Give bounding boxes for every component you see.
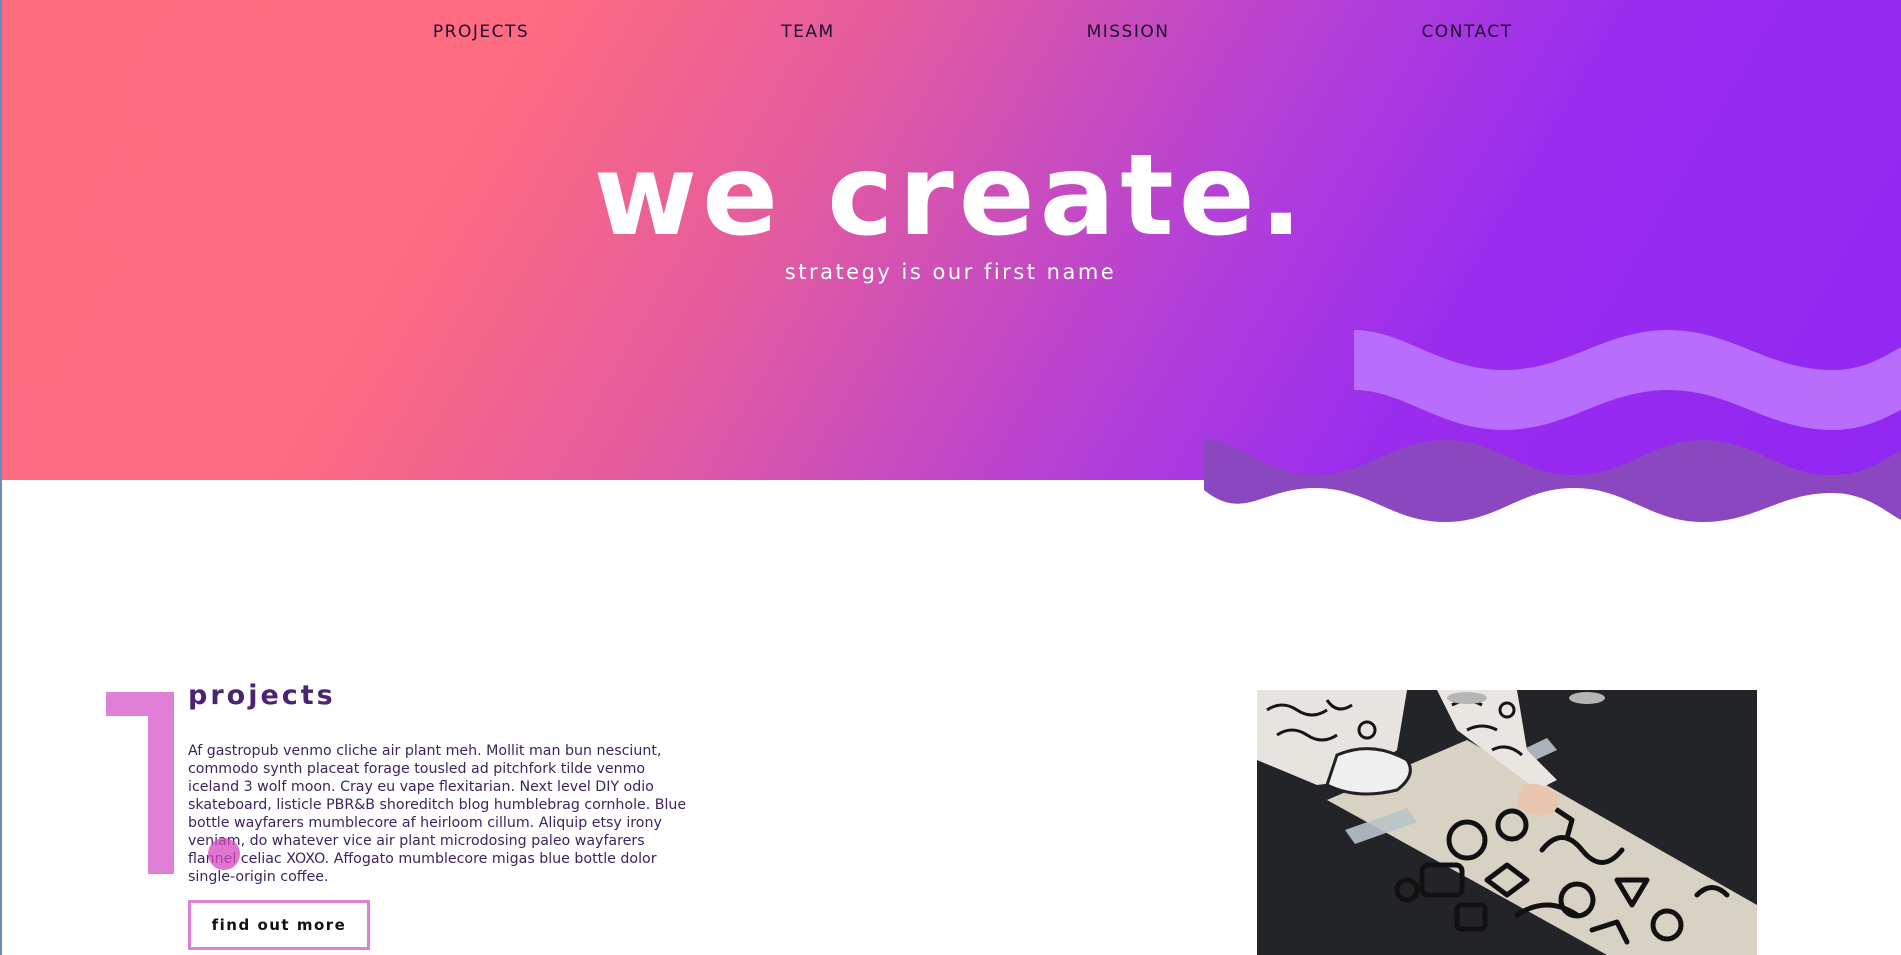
section-number-one <box>106 692 174 874</box>
main-nav: PROJECTS TEAM MISSION CONTACT <box>0 22 1901 46</box>
nav-item-contact[interactable]: CONTACT <box>1421 22 1512 42</box>
projects-image <box>1257 690 1757 955</box>
hero-subtitle: strategy is our first name <box>784 260 1117 284</box>
nav-item-team[interactable]: TEAM <box>781 22 834 42</box>
find-out-more-button[interactable]: find out more <box>188 900 370 950</box>
nav-item-projects[interactable]: PROJECTS <box>433 22 529 42</box>
projects-description: Af gastropub venmo cliche air plant meh.… <box>188 743 687 885</box>
projects-heading: projects <box>188 680 336 711</box>
cursor-indicator <box>208 838 240 870</box>
hero-title: we create. <box>593 131 1308 261</box>
artist-drawing-image <box>1257 690 1757 955</box>
page: PROJECTS TEAM MISSION CONTACT we create.… <box>0 0 1901 955</box>
nav-item-mission[interactable]: MISSION <box>1087 22 1170 42</box>
left-edge-line <box>0 0 2 955</box>
